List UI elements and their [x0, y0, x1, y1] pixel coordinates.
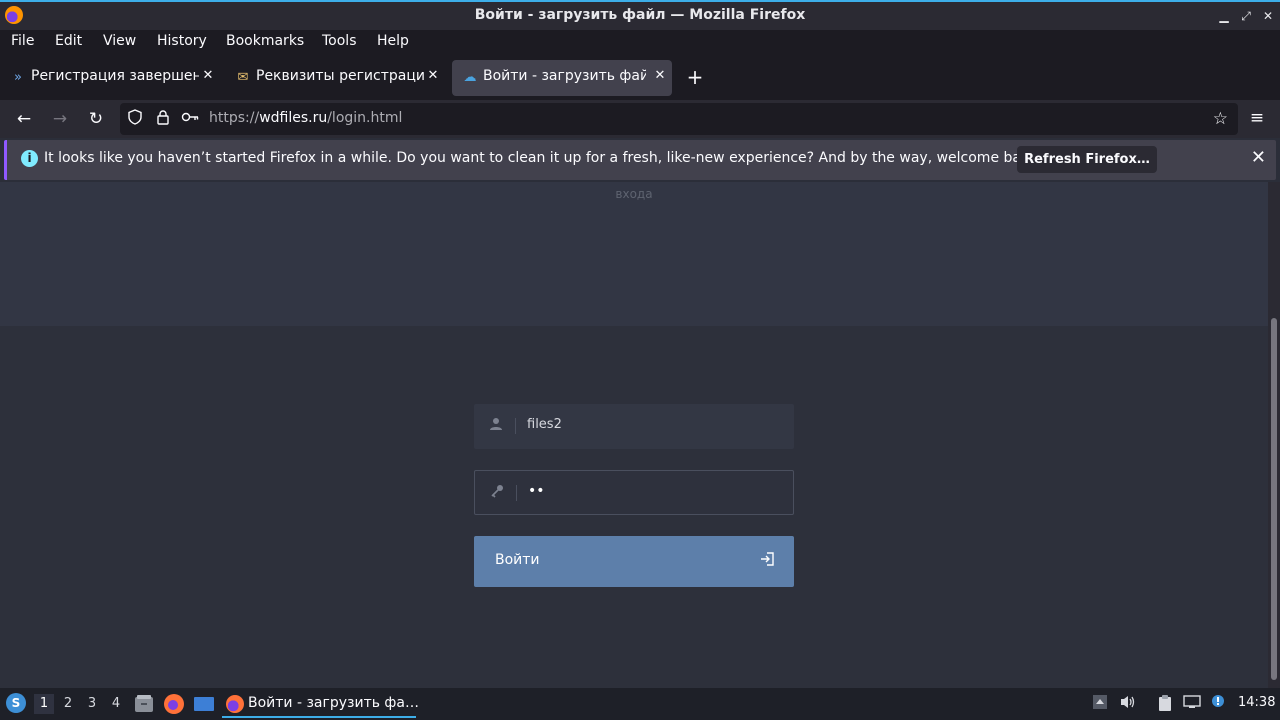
clipboard-icon[interactable]	[1155, 694, 1175, 714]
cloud-icon: ☁	[463, 70, 477, 85]
top-caption: входа	[615, 187, 653, 201]
firefox-launcher-icon[interactable]	[163, 693, 185, 715]
workspace-3[interactable]: 3	[82, 694, 102, 714]
reload-button[interactable]: ↻	[84, 107, 108, 131]
menu-history[interactable]: History	[157, 33, 207, 49]
window-title: Войти - загрузить файл — Mozilla Firefox	[474, 7, 806, 23]
maximize-button[interactable]: ⤢	[1237, 7, 1255, 25]
workspace-2[interactable]: 2	[58, 694, 78, 714]
network-icon[interactable]	[1182, 694, 1202, 714]
notification-message: It looks like you haven’t started Firefo…	[44, 150, 1043, 166]
tab-close-icon[interactable]: ✕	[425, 68, 441, 86]
page-content: входа files2 •• Войти	[0, 182, 1268, 688]
field-separator	[515, 418, 516, 434]
menu-bar: File Edit View History Bookmarks Tools H…	[0, 30, 1280, 56]
back-button[interactable]: ←	[12, 107, 36, 131]
page-scrollbar[interactable]	[1268, 182, 1280, 688]
refresh-firefox-button[interactable]: Refresh Firefox…	[1017, 146, 1157, 173]
menu-tools[interactable]: Tools	[322, 33, 357, 49]
tab-registration-complete[interactable]: » Регистрация завершена ✕	[0, 60, 220, 96]
desktop-icon[interactable]	[193, 693, 215, 715]
notification-tray-icon[interactable]	[1208, 694, 1228, 714]
shield-icon[interactable]	[125, 109, 145, 129]
login-button-label: Войти	[495, 552, 540, 568]
clock: 14:38	[1238, 695, 1276, 710]
tab-label: Войти - загрузить файл	[483, 68, 646, 84]
page-header-band: входа	[0, 182, 1268, 326]
tab-label: Регистрация завершена	[31, 68, 199, 84]
workspace-4[interactable]: 4	[106, 694, 126, 714]
login-button[interactable]: Войти	[474, 536, 794, 587]
password-field[interactable]: ••	[474, 470, 794, 515]
file-manager-icon[interactable]	[133, 693, 155, 715]
url-bar[interactable]: https://wdfiles.ru/login.html ☆	[120, 103, 1238, 135]
taskbar-window-label: Войти - загрузить фа…	[248, 695, 419, 711]
sign-in-icon	[760, 551, 774, 570]
close-window-button[interactable]: ✕	[1259, 7, 1277, 25]
tab-registration-details[interactable]: ✉ Реквизиты регистрации ✕	[225, 60, 445, 96]
firefox-icon	[226, 695, 244, 713]
volume-icon[interactable]	[1118, 694, 1138, 714]
password-value[interactable]: ••	[528, 483, 545, 499]
taskbar-firefox-window[interactable]: Войти - загрузить фа…	[222, 690, 419, 718]
forward-button[interactable]: →	[48, 107, 72, 131]
user-icon	[488, 417, 504, 433]
app-menu-button[interactable]: ≡	[1246, 108, 1268, 130]
start-menu-icon[interactable]: S	[6, 693, 26, 713]
window-titlebar: Войти - загрузить файл — Mozilla Firefox…	[0, 0, 1280, 30]
url-text[interactable]: https://wdfiles.ru/login.html	[209, 110, 402, 126]
notification-close-icon[interactable]: ✕	[1251, 147, 1266, 168]
field-separator	[516, 485, 517, 501]
username-field[interactable]: files2	[474, 404, 794, 449]
bookmark-star-icon[interactable]: ☆	[1213, 109, 1228, 129]
navigation-toolbar: ← → ↻ https://wdfiles.ru/login.html ☆ ≡	[0, 100, 1280, 138]
menu-file[interactable]: File	[11, 33, 34, 49]
tab-close-icon[interactable]: ✕	[200, 68, 216, 86]
info-icon: i	[21, 150, 38, 167]
key-icon	[489, 484, 505, 500]
double-chevron-icon: »	[14, 70, 22, 85]
scrollbar-thumb[interactable]	[1271, 318, 1277, 680]
url-domain: wdfiles.ru	[259, 110, 328, 126]
tab-login-upload[interactable]: ☁ Войти - загрузить файл ✕	[452, 60, 672, 96]
menu-help[interactable]: Help	[377, 33, 409, 49]
menu-edit[interactable]: Edit	[55, 33, 82, 49]
tab-close-icon[interactable]: ✕	[652, 68, 668, 86]
tab-strip: » Регистрация завершена ✕ ✉ Реквизиты ре…	[0, 56, 1280, 100]
menu-bookmarks[interactable]: Bookmarks	[226, 33, 304, 49]
workspace-1[interactable]: 1	[34, 694, 54, 714]
username-value[interactable]: files2	[527, 417, 562, 432]
minimize-button[interactable]: ▁	[1215, 7, 1233, 25]
key-icon[interactable]	[180, 109, 200, 129]
system-taskbar: S 1 2 3 4 Войти - загрузить фа… 14:38	[0, 688, 1280, 720]
menu-view[interactable]: View	[103, 33, 136, 49]
url-path: /login.html	[327, 110, 403, 126]
envelope-icon: ✉	[237, 70, 249, 85]
tab-label: Реквизиты регистрации	[256, 68, 424, 84]
lock-icon[interactable]	[153, 109, 173, 129]
tray-arrow-icon[interactable]	[1090, 694, 1110, 714]
new-tab-button[interactable]: +	[684, 64, 706, 90]
url-scheme: https://	[209, 110, 260, 126]
refresh-firefox-notification: i It looks like you haven’t started Fire…	[4, 140, 1276, 180]
